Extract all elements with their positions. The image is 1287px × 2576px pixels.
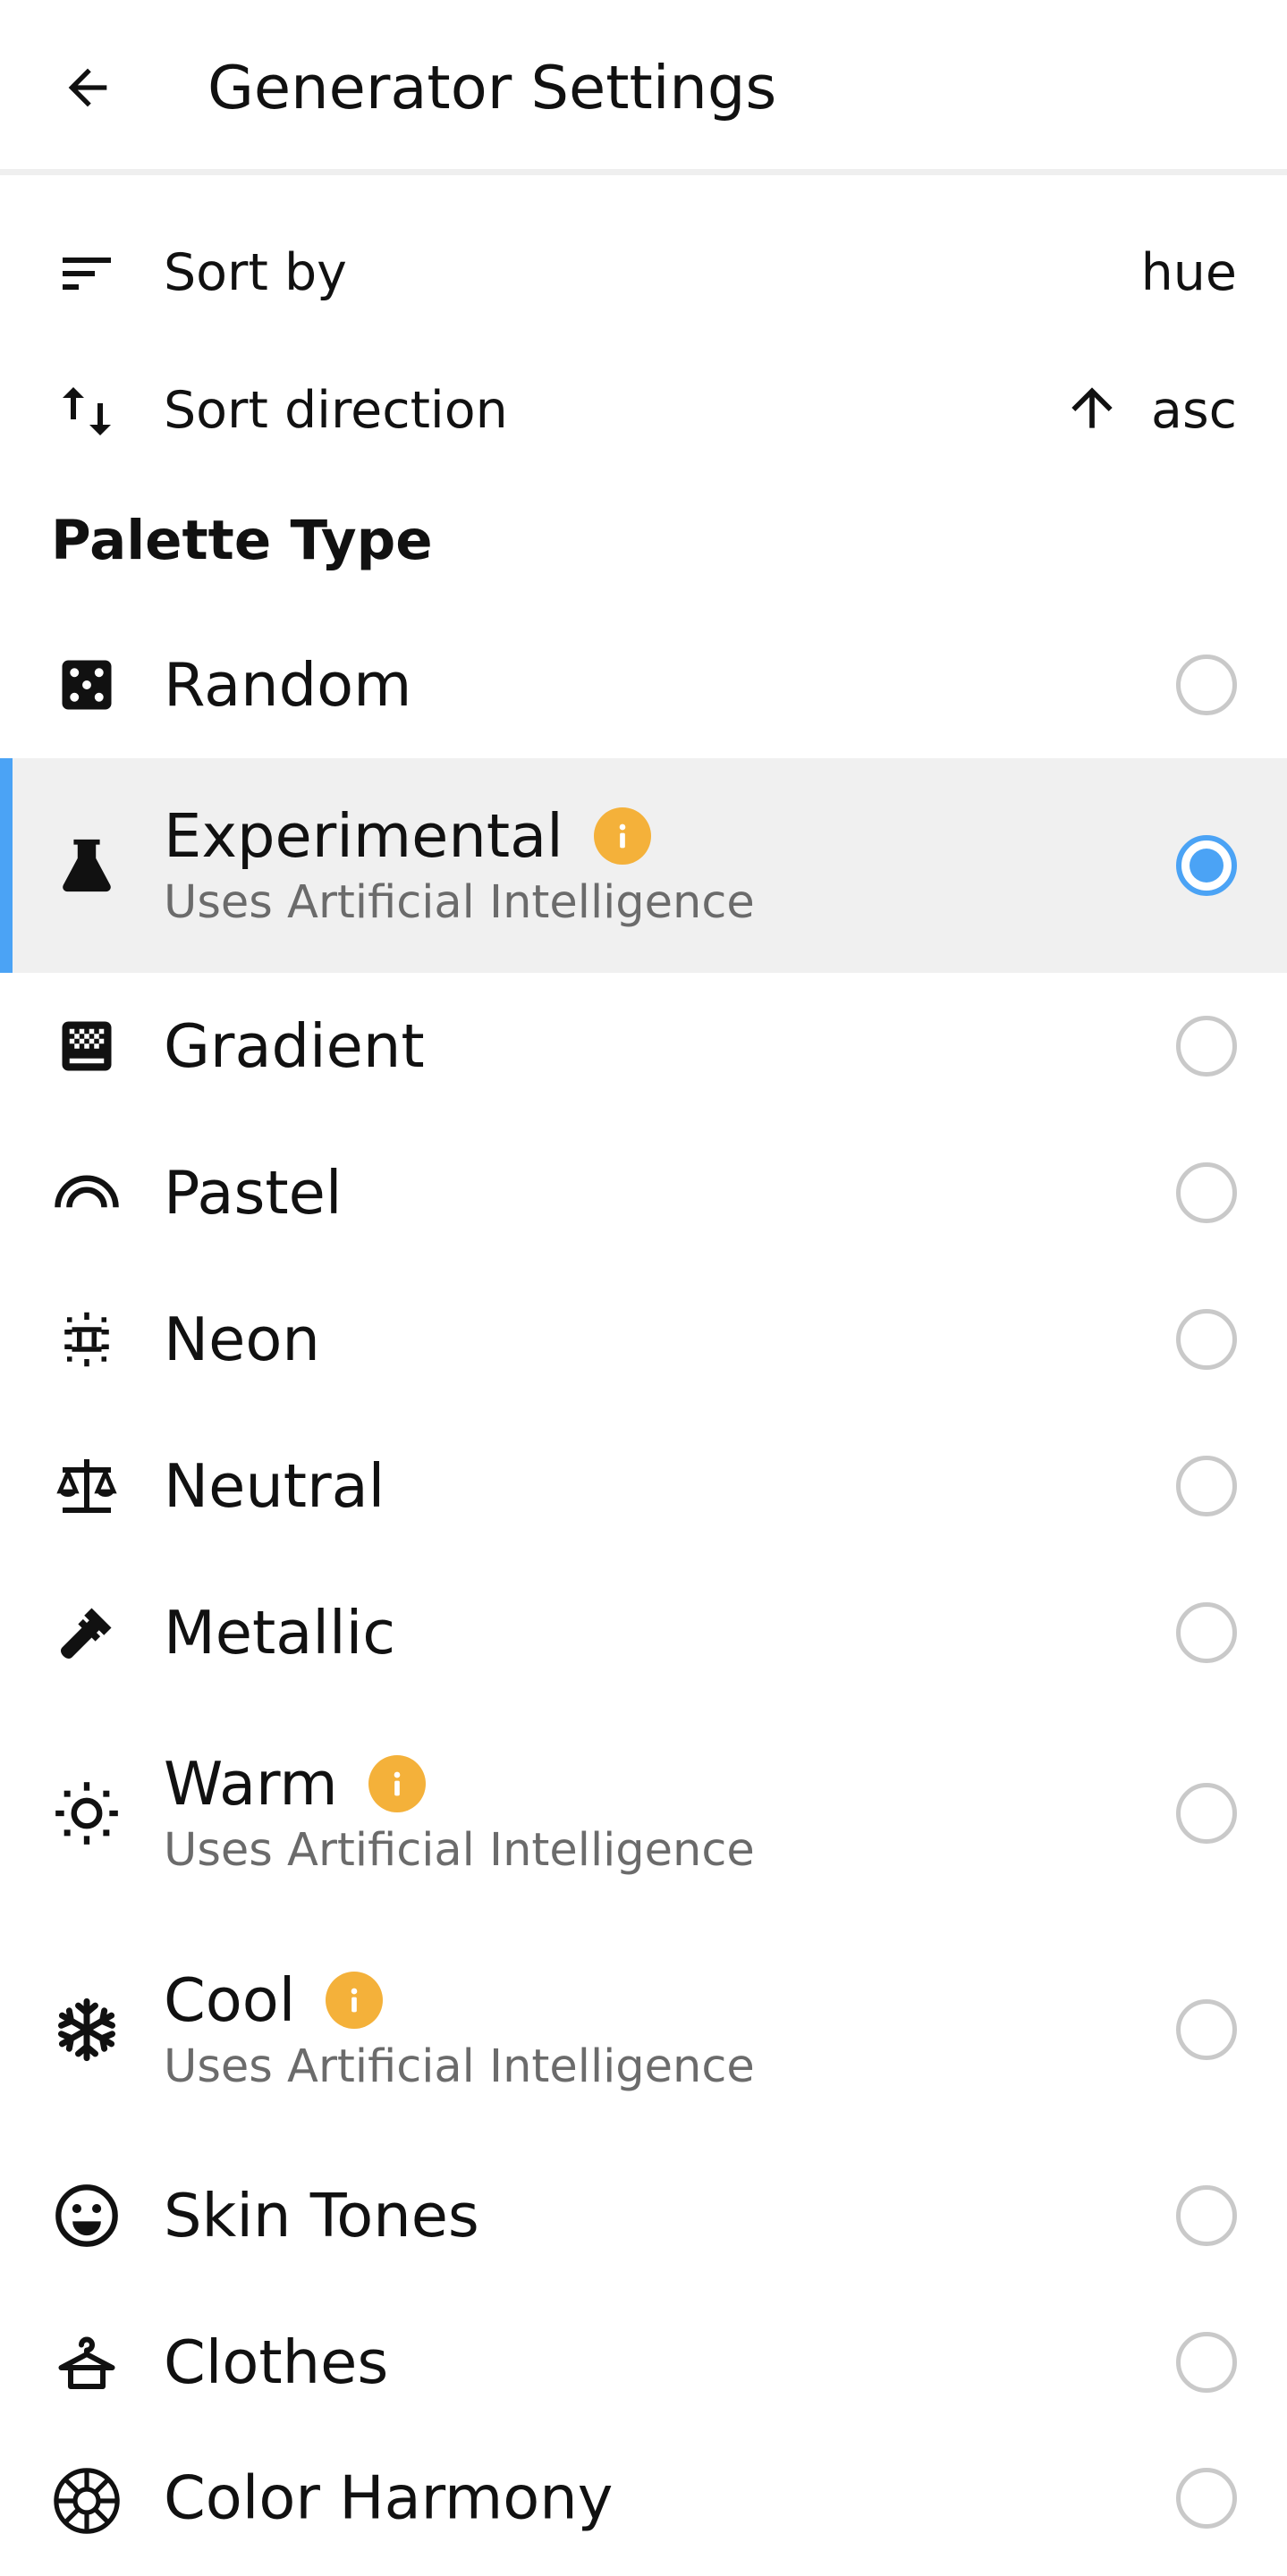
palette-item-label: Neutral	[164, 1451, 385, 1521]
info-icon[interactable]	[326, 1972, 384, 2029]
smiley-face-icon	[51, 2180, 123, 2251]
selection-indicator	[0, 758, 13, 973]
palette-item-label: Random	[164, 650, 412, 720]
app-bar: Generator Settings	[0, 0, 1287, 175]
gradient-icon	[51, 1010, 123, 1082]
palette-item-experimental[interactable]: Experimental Uses Artificial Intelligenc…	[0, 758, 1287, 973]
sort-direction-value[interactable]: asc	[1151, 379, 1237, 442]
neon-sign-icon	[51, 1304, 123, 1375]
color-wheel-icon	[51, 2465, 123, 2537]
snowflake-icon	[51, 1994, 123, 2065]
palette-item-label: Clothes	[164, 2327, 389, 2397]
palette-item-clothes[interactable]: Clothes	[0, 2289, 1287, 2436]
palette-item-label: Neon	[164, 1305, 320, 1374]
info-icon[interactable]	[368, 1755, 426, 1812]
radio-button[interactable]	[1176, 1309, 1237, 1370]
palette-item-pastel[interactable]: Pastel	[0, 1119, 1287, 1266]
radio-button[interactable]	[1176, 1999, 1237, 2060]
radio-button[interactable]	[1176, 1783, 1237, 1844]
palette-item-random[interactable]: Random	[0, 612, 1287, 757]
palette-item-subtitle: Uses Artificial Intelligence	[164, 1824, 755, 1877]
sort-by-value[interactable]: hue	[1141, 241, 1237, 304]
radio-button[interactable]	[1176, 2467, 1237, 2529]
sort-by-setting[interactable]: Sort by hue	[0, 202, 1287, 340]
palette-item-subtitle: Uses Artificial Intelligence	[164, 876, 755, 929]
pipe-wrench-icon	[51, 1597, 123, 1668]
palette-item-skin-tones[interactable]: Skin Tones	[0, 2142, 1287, 2289]
palette-item-label: Cool	[164, 1965, 296, 2035]
palette-item-gradient[interactable]: Gradient	[0, 973, 1287, 1119]
radio-button[interactable]	[1176, 1016, 1237, 1077]
page-title: Generator Settings	[207, 53, 777, 122]
palette-item-label: Skin Tones	[164, 2181, 479, 2251]
back-button[interactable]	[43, 43, 132, 132]
palette-type-header: Palette Type	[51, 509, 433, 572]
palette-item-label: Gradient	[164, 1011, 425, 1081]
radio-button[interactable]	[1176, 1602, 1237, 1663]
palette-item-metallic[interactable]: Metallic	[0, 1559, 1287, 1706]
scale-balance-icon	[51, 1450, 123, 1522]
palette-item-label: Metallic	[164, 1598, 396, 1668]
palette-item-warm[interactable]: Warm Uses Artificial Intelligence	[0, 1706, 1287, 1921]
dice-icon	[51, 649, 123, 721]
info-icon[interactable]	[593, 807, 651, 865]
palette-item-neon[interactable]: Neon	[0, 1266, 1287, 1413]
sort-direction-setting[interactable]: Sort direction asc	[0, 340, 1287, 477]
palette-item-label: Color Harmony	[164, 2462, 614, 2532]
hanger-icon	[51, 2327, 123, 2398]
palette-item-label: Experimental	[164, 801, 563, 871]
palette-item-neutral[interactable]: Neutral	[0, 1413, 1287, 1559]
radio-button[interactable]	[1176, 1162, 1237, 1223]
radio-button[interactable]	[1176, 2332, 1237, 2393]
flask-icon	[51, 830, 123, 901]
arrow-up-icon	[1058, 374, 1126, 442]
rainbow-icon	[51, 1157, 123, 1229]
swap-vertical-icon	[51, 376, 123, 447]
radio-button[interactable]	[1176, 1456, 1237, 1516]
sun-icon	[51, 1778, 123, 1849]
sort-direction-label: Sort direction	[164, 381, 508, 440]
palette-item-label: Warm	[164, 1749, 338, 1819]
radio-button-selected[interactable]	[1176, 835, 1237, 896]
arrow-left-icon	[68, 68, 107, 107]
sort-icon	[51, 238, 123, 309]
sort-by-label: Sort by	[164, 243, 347, 302]
radio-button[interactable]	[1176, 655, 1237, 715]
palette-item-label: Pastel	[164, 1158, 343, 1228]
palette-item-color-harmony[interactable]: Color Harmony	[0, 2436, 1287, 2576]
radio-button[interactable]	[1176, 2185, 1237, 2246]
palette-item-cool[interactable]: Cool Uses Artificial Intelligence	[0, 1922, 1287, 2137]
palette-item-subtitle: Uses Artificial Intelligence	[164, 2040, 755, 2093]
